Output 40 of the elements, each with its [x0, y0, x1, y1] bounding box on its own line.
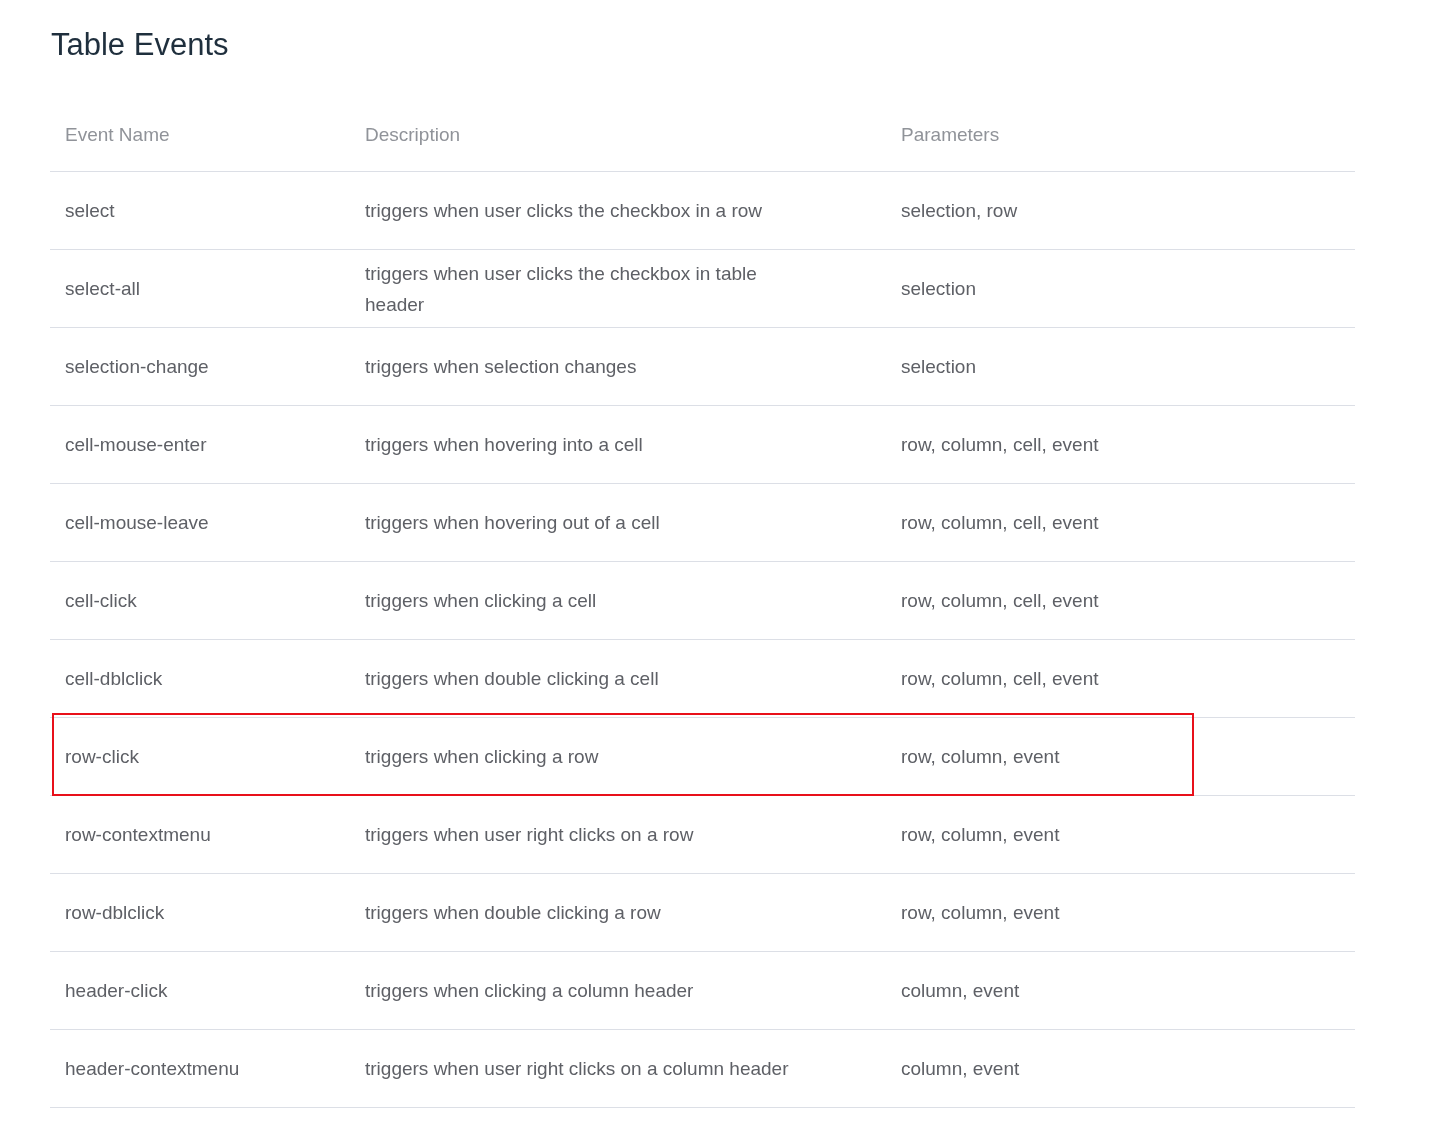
- table-cell-text: triggers when user clicks the checkbox in a row: [364, 199, 764, 224]
- table-cell-text: column, event: [900, 979, 1021, 1004]
- table-cell-text: cell-mouse-enter: [64, 433, 208, 458]
- table-cell-text: triggers when user right clicks on a row: [364, 823, 695, 848]
- table-cell-text: selection, row: [900, 199, 1019, 224]
- table-cell-text: row, column, event: [900, 745, 1061, 770]
- table-cell-text: triggers when clicking a row: [364, 745, 600, 770]
- table-cell-text: row-dblclick: [64, 901, 166, 926]
- page-title: Table Events: [51, 26, 230, 64]
- table-cell-text: selection-change: [64, 355, 210, 380]
- table-cell-text: triggers when hovering into a cell: [364, 433, 644, 458]
- table-cell-text: row, column, cell, event: [900, 589, 1100, 614]
- table-cell-text: triggers when clicking a cell: [364, 589, 598, 614]
- table-cell-text: row, column, event: [900, 823, 1061, 848]
- table-cell-text: selection: [900, 277, 977, 302]
- table-cell-text: select-all: [64, 277, 141, 302]
- table-cell-text: row, column, cell, event: [900, 667, 1100, 692]
- table-cell-text: column, event: [900, 1057, 1021, 1082]
- table-cell-text: triggers when double clicking a row: [364, 901, 662, 926]
- table-cell-text: cell-click: [64, 589, 138, 614]
- table-cell-text: triggers when hovering out of a cell: [364, 511, 661, 536]
- table-cell-text: header-contextmenu: [64, 1057, 241, 1082]
- table-cell-text: row-contextmenu: [64, 823, 212, 848]
- table-cell-text: triggers when clicking a column header: [364, 979, 695, 1004]
- table-cell-text: triggers when user right clicks on a column header: [364, 1057, 790, 1082]
- table-cell-text: row, column, event: [900, 901, 1061, 926]
- table-cell-text: select: [64, 199, 116, 224]
- table-cell-text: header-click: [64, 979, 169, 1004]
- table-cell-text: row-click: [64, 745, 140, 770]
- table-cell-text: cell-mouse-leave: [64, 511, 210, 536]
- table-cell-text: triggers when selection changes: [364, 355, 638, 380]
- table-cell-text: cell-dblclick: [64, 667, 164, 692]
- table-cell-text: selection: [900, 355, 977, 380]
- column-header: Description: [364, 122, 462, 147]
- table-cell-text: triggers when double clicking a cell: [364, 667, 660, 692]
- table-cell-text: row, column, cell, event: [900, 433, 1100, 458]
- column-header: Event Name: [64, 122, 171, 147]
- table-cell-text: triggers when user clicks the checkbox in table header: [364, 261, 758, 317]
- column-header: Parameters: [900, 122, 1001, 147]
- table-cell-text: row, column, cell, event: [900, 511, 1100, 536]
